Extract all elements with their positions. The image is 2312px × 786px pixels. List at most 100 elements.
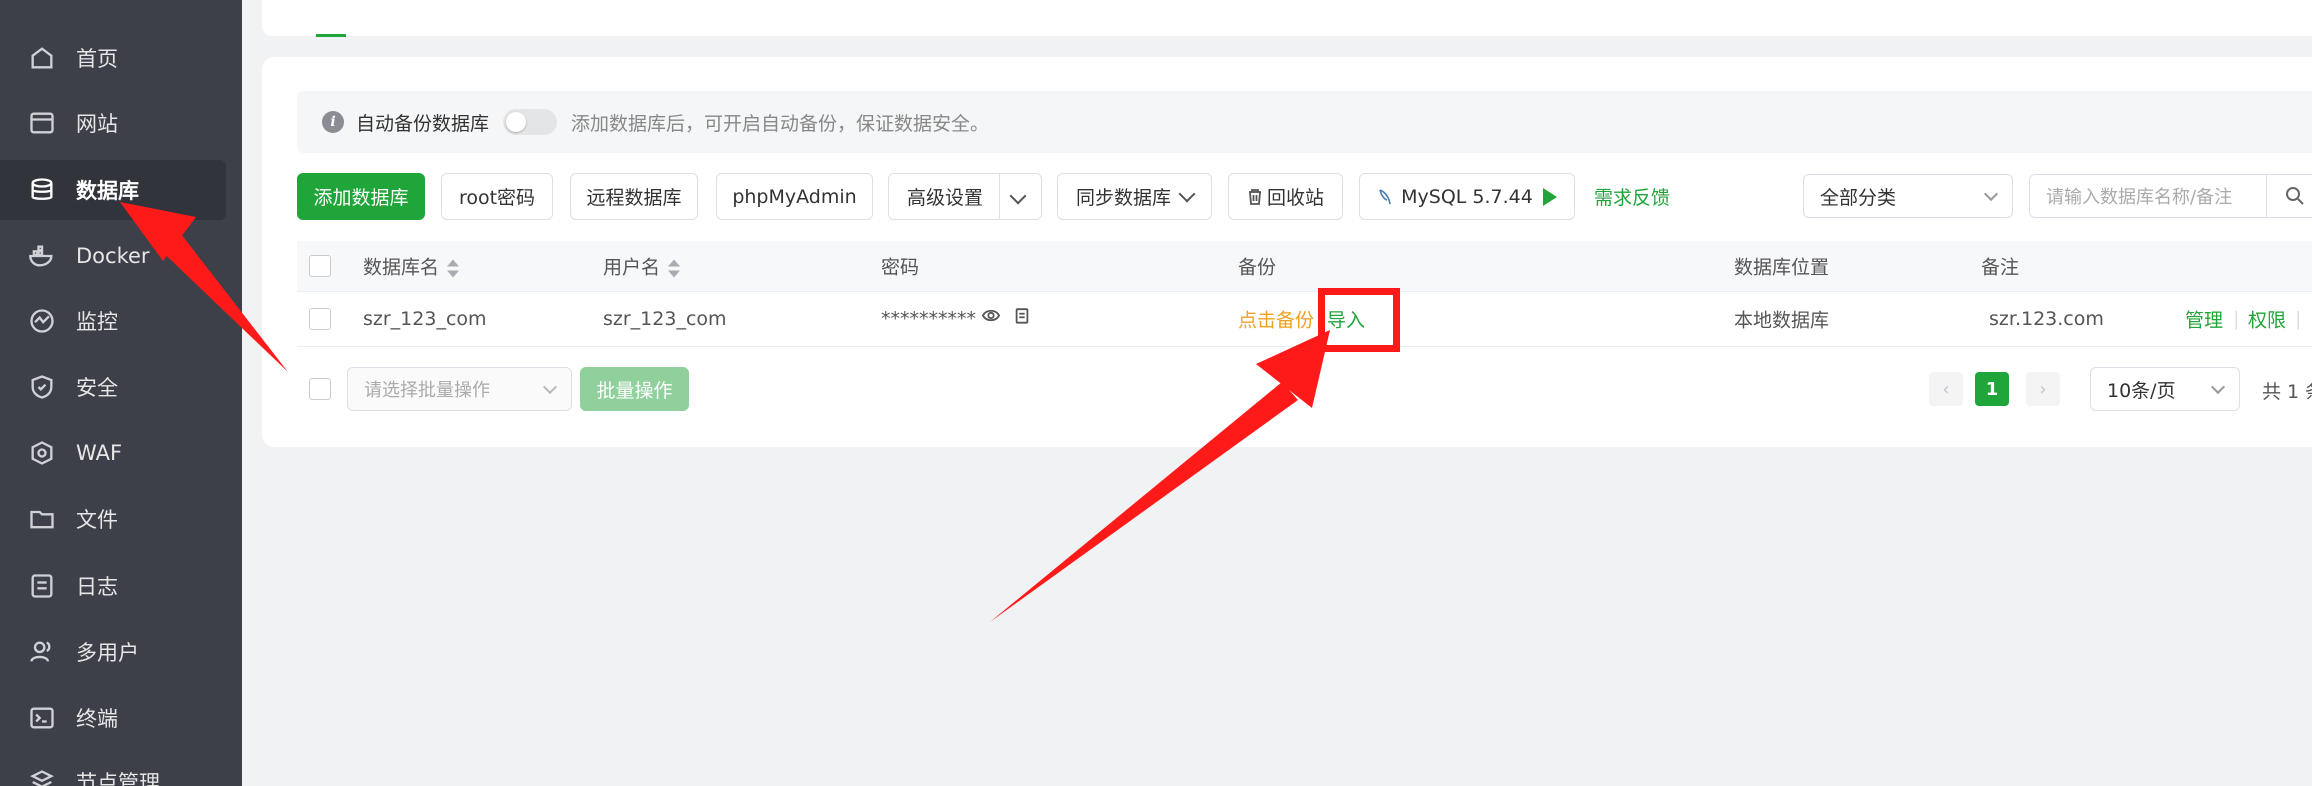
sidebar-item-files[interactable]: 文件 xyxy=(0,489,226,549)
home-icon xyxy=(28,44,56,72)
root-password-label: root密码 xyxy=(458,187,536,209)
action-divider: | xyxy=(2295,308,2302,330)
auto-backup-toggle[interactable] xyxy=(503,109,558,135)
trash-icon xyxy=(1247,188,1263,206)
sidebar-item-label: 数据库 xyxy=(76,179,139,203)
active-tab-indicator xyxy=(316,34,346,37)
batch-action-label: 批量操作 xyxy=(596,379,673,402)
node-icon xyxy=(28,768,56,786)
search-icon xyxy=(2285,186,2305,206)
db-user: szr_123_com xyxy=(603,308,727,330)
batch-action-select[interactable]: 请选择批量操作 xyxy=(347,367,572,411)
chevron-down-icon xyxy=(542,379,558,395)
feedback-link[interactable]: 需求反馈 xyxy=(1594,183,1670,210)
advanced-settings-label: 高级设置 xyxy=(907,187,984,209)
batch-action-placeholder: 请选择批量操作 xyxy=(364,380,490,401)
col-header-user[interactable]: 用户名 xyxy=(603,253,681,280)
advanced-settings-button[interactable]: 高级设置 xyxy=(888,173,1042,220)
sidebar-item-label: 监控 xyxy=(76,310,118,334)
col-header-name-label: 数据库名 xyxy=(363,256,440,279)
db-location: 本地数据库 xyxy=(1734,309,1830,332)
footer-select-all-checkbox[interactable] xyxy=(309,378,331,400)
manage-link[interactable]: 管理 xyxy=(2185,306,2223,333)
database-icon xyxy=(28,176,56,204)
row-checkbox[interactable] xyxy=(309,308,331,330)
sidebar-item-waf[interactable]: WAF xyxy=(0,423,226,483)
eye-icon[interactable] xyxy=(981,307,1001,330)
sidebar: 首页 网站 数据库 Docker 监控 安全 WAF 文件 日志 多用户 终端 xyxy=(0,0,242,786)
next-page-button[interactable]: › xyxy=(2026,372,2060,406)
category-value: 全部分类 xyxy=(1820,186,1897,209)
table-row: szr_123_com szr_123_com ********** 点击备份 … xyxy=(297,292,2312,347)
chevron-down-icon xyxy=(2210,379,2226,395)
sidebar-item-logs[interactable]: 日志 xyxy=(0,556,226,616)
sidebar-item-docker[interactable]: Docker xyxy=(0,226,226,286)
shield-icon xyxy=(28,373,56,401)
col-header-location: 数据库位置 xyxy=(1734,256,1830,279)
db-password: ********** xyxy=(881,308,976,330)
col-header-backup: 备份 xyxy=(1238,256,1277,279)
phpmyadmin-button[interactable]: phpMyAdmin xyxy=(716,173,873,220)
search-button[interactable] xyxy=(2266,174,2312,218)
phpmyadmin-label: phpMyAdmin xyxy=(732,185,857,208)
sync-database-label: 同步数据库 xyxy=(1075,187,1171,209)
remote-database-label: 远程数据库 xyxy=(586,187,682,209)
col-header-note: 备注 xyxy=(1981,256,2020,279)
info-icon: i xyxy=(322,111,344,133)
copy-icon[interactable] xyxy=(1013,307,1031,330)
sidebar-item-label: 日志 xyxy=(76,575,118,599)
permission-link[interactable]: 权限 xyxy=(2248,306,2286,333)
sync-database-button[interactable]: 同步数据库 xyxy=(1057,173,1212,220)
sidebar-item-nodes[interactable]: 节点管理 xyxy=(0,752,226,786)
sidebar-item-label: 安全 xyxy=(76,376,118,400)
play-icon xyxy=(1542,187,1557,206)
recycle-bin-button[interactable]: 回收站 xyxy=(1228,173,1343,220)
sidebar-item-monitor[interactable]: 监控 xyxy=(0,291,226,351)
sidebar-item-label: 首页 xyxy=(76,47,118,71)
chevron-down-icon xyxy=(1178,185,1196,202)
backup-link[interactable]: 点击备份 xyxy=(1238,306,1314,333)
split-divider xyxy=(999,174,1000,219)
sidebar-item-label: Docker xyxy=(76,244,150,268)
prev-page-button[interactable]: ‹ xyxy=(1929,372,1963,406)
sidebar-item-security[interactable]: 安全 xyxy=(0,357,226,417)
page-size-select[interactable]: 10条/页 xyxy=(2090,367,2240,411)
tab-strip xyxy=(262,0,2312,36)
mysql-version-button[interactable]: MySQL 5.7.44 xyxy=(1359,173,1575,220)
add-database-label: 添加数据库 xyxy=(313,187,409,209)
auto-backup-bar: i 自动备份数据库 添加数据库后，可开启自动备份，保证数据安全。 xyxy=(297,91,2312,153)
category-select[interactable]: 全部分类 xyxy=(1803,174,2013,218)
folder-icon xyxy=(28,505,56,533)
users-icon xyxy=(28,638,56,666)
page-1-button[interactable]: 1 xyxy=(1975,372,2009,406)
sidebar-item-label: 文件 xyxy=(76,508,118,532)
remote-database-button[interactable]: 远程数据库 xyxy=(570,173,698,220)
annotation-highlight-box xyxy=(1318,288,1400,352)
select-all-checkbox[interactable] xyxy=(309,255,331,277)
website-icon xyxy=(28,109,56,137)
sidebar-item-label: 网站 xyxy=(76,112,118,136)
sidebar-item-label: WAF xyxy=(76,441,123,465)
batch-action-button[interactable]: 批量操作 xyxy=(580,367,689,411)
sidebar-item-website[interactable]: 网站 xyxy=(0,93,226,153)
db-note[interactable]: szr.123.com xyxy=(1989,308,2104,330)
sidebar-item-home[interactable]: 首页 xyxy=(0,28,226,88)
root-password-button[interactable]: root密码 xyxy=(441,173,553,220)
chevron-down-icon[interactable] xyxy=(1009,187,1027,205)
recycle-bin-label: 回收站 xyxy=(1266,187,1324,209)
db-name: szr_123_com xyxy=(363,308,487,330)
col-header-name[interactable]: 数据库名 xyxy=(363,253,460,280)
log-icon xyxy=(28,572,56,600)
sort-icon xyxy=(668,258,681,278)
sidebar-item-database[interactable]: 数据库 xyxy=(0,160,226,220)
sidebar-item-terminal[interactable]: 终端 xyxy=(0,688,226,748)
waf-icon xyxy=(28,439,56,467)
action-divider: | xyxy=(2233,308,2240,330)
terminal-icon xyxy=(28,704,56,732)
col-header-user-label: 用户名 xyxy=(603,256,661,279)
add-database-button[interactable]: 添加数据库 xyxy=(297,173,425,220)
search-placeholder: 请输入数据库名称/备注 xyxy=(2046,187,2233,208)
monitor-icon xyxy=(28,307,56,335)
sidebar-item-users[interactable]: 多用户 xyxy=(0,622,226,682)
sort-icon xyxy=(447,258,460,278)
